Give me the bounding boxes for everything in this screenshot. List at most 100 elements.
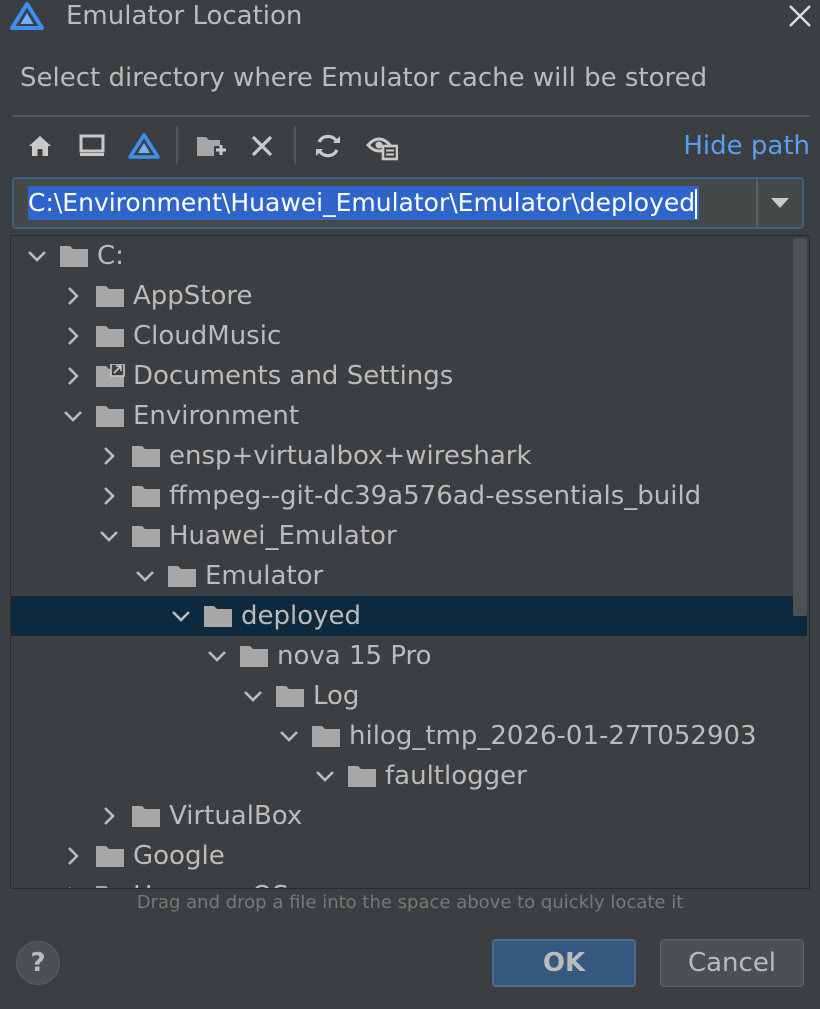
tree-node[interactable]: CloudMusic bbox=[11, 316, 807, 356]
chevron-down-icon[interactable] bbox=[241, 684, 265, 708]
chevron-down-icon[interactable] bbox=[133, 564, 157, 588]
chevron-right-icon[interactable] bbox=[97, 484, 121, 508]
tree-node-label: hilog_tmp_2026-01-27T052903 bbox=[349, 721, 757, 751]
folder-icon bbox=[96, 406, 124, 427]
tree-node[interactable]: Google bbox=[11, 836, 807, 876]
tree-node-label: ffmpeg--git-dc39a576ad-essentials_build bbox=[169, 481, 702, 511]
show-hidden-button[interactable] bbox=[364, 128, 400, 164]
chevron-right-icon[interactable] bbox=[61, 284, 85, 308]
project-icon bbox=[128, 133, 160, 159]
tree-node[interactable]: ffmpeg--git-dc39a576ad-essentials_build bbox=[11, 476, 807, 516]
tree-node-label: nova 15 Pro bbox=[277, 641, 432, 671]
tree-scrollbar-thumb[interactable] bbox=[793, 238, 807, 616]
chevron-down-icon[interactable] bbox=[25, 244, 49, 268]
tree-node-label: Huawei_Emulator bbox=[169, 521, 397, 551]
chevron-right-icon[interactable] bbox=[61, 324, 85, 348]
tree-node-label: AppStore bbox=[133, 281, 253, 311]
refresh-button[interactable] bbox=[310, 128, 346, 164]
folder-icon bbox=[312, 726, 340, 747]
folder-icon bbox=[348, 766, 376, 787]
tree-node-label: Log bbox=[313, 681, 360, 711]
project-button[interactable] bbox=[126, 128, 162, 164]
folder-icon bbox=[60, 246, 88, 267]
chevron-down-icon[interactable] bbox=[205, 644, 229, 668]
home-button[interactable] bbox=[22, 128, 58, 164]
refresh-icon bbox=[316, 134, 340, 158]
path-input[interactable]: C:\Environment\Huawei_Emulator\Emulator\… bbox=[16, 181, 758, 225]
folder-icon bbox=[132, 526, 160, 547]
tree-node[interactable]: Environment bbox=[11, 396, 807, 436]
chevron-right-icon[interactable] bbox=[61, 364, 85, 388]
dialog-description: Select directory where Emulator cache wi… bbox=[20, 63, 708, 93]
tree-node[interactable]: Log bbox=[11, 676, 807, 716]
folder-icon bbox=[96, 886, 108, 888]
tree-node-label: Emulator bbox=[205, 561, 324, 591]
chevron-down-icon[interactable] bbox=[97, 524, 121, 548]
toolbar-divider bbox=[294, 126, 296, 164]
desktop-button[interactable] bbox=[74, 128, 110, 164]
close-icon[interactable] bbox=[786, 2, 814, 30]
emulator-location-dialog: Emulator Location Select directory where… bbox=[0, 0, 820, 1009]
desktop-icon bbox=[79, 134, 105, 156]
tree-node[interactable]: faultlogger bbox=[11, 756, 807, 796]
show-hidden-icon bbox=[366, 137, 398, 161]
folder-icon bbox=[132, 446, 160, 467]
folder-icon bbox=[96, 326, 124, 347]
folder-icon bbox=[96, 846, 124, 867]
folder-icon bbox=[96, 364, 125, 387]
tree-node[interactable]: AppStore bbox=[11, 276, 807, 316]
folder-icon bbox=[168, 566, 196, 587]
chevron-down-icon[interactable] bbox=[277, 724, 301, 748]
text-caret bbox=[695, 189, 698, 219]
tree-node[interactable]: Emulator bbox=[11, 556, 807, 596]
help-button[interactable]: ? bbox=[16, 941, 60, 985]
chevron-down-icon[interactable] bbox=[169, 604, 193, 628]
chevron-down-icon bbox=[771, 198, 789, 208]
path-combo-box[interactable]: C:\Environment\Huawei_Emulator\Emulator\… bbox=[12, 177, 804, 229]
file-tree[interactable]: HarmonyOS Google VirtualBox faultlogger hilo… bbox=[10, 235, 810, 889]
chevron-right-icon[interactable] bbox=[97, 804, 121, 828]
toolbar: Hide path bbox=[12, 122, 810, 170]
tree-scrollbar[interactable] bbox=[791, 236, 809, 888]
chevron-right-icon[interactable] bbox=[61, 844, 85, 868]
tree-node[interactable]: HarmonyOS bbox=[11, 876, 807, 889]
folder-icon bbox=[132, 486, 160, 507]
tree-node[interactable]: ensp+virtualbox+wireshark bbox=[11, 436, 807, 476]
title-bar[interactable]: Emulator Location bbox=[0, 0, 820, 34]
home-icon bbox=[29, 136, 51, 156]
tree-node-label: Environment bbox=[133, 401, 300, 431]
deveco-logo-icon bbox=[10, 2, 44, 30]
tree-node[interactable]: nova 15 Pro bbox=[11, 636, 807, 676]
tree-node[interactable]: Documents and Settings bbox=[11, 356, 807, 396]
path-history-dropdown-button[interactable] bbox=[756, 179, 802, 227]
tree-node[interactable]: Huawei_Emulator bbox=[11, 516, 807, 556]
hide-path-link[interactable]: Hide path bbox=[683, 128, 810, 164]
tree-node-label: VirtualBox bbox=[169, 801, 303, 831]
tree-node-label: deployed bbox=[241, 601, 362, 631]
chevron-down-icon[interactable] bbox=[313, 764, 337, 788]
folder-icon bbox=[276, 686, 304, 707]
chevron-right-icon[interactable] bbox=[61, 884, 85, 889]
cancel-button[interactable]: Cancel bbox=[660, 939, 804, 987]
tree-node[interactable]: deployed bbox=[11, 596, 807, 636]
new-folder-icon bbox=[197, 137, 226, 156]
drag-drop-hint: Drag and drop a file into the space abov… bbox=[136, 892, 684, 913]
chevron-right-icon[interactable] bbox=[97, 444, 121, 468]
tree-node[interactable]: VirtualBox bbox=[11, 796, 807, 836]
window-title: Emulator Location bbox=[66, 1, 303, 31]
new-folder-button[interactable] bbox=[192, 128, 228, 164]
tree-node-label: Google bbox=[133, 841, 225, 871]
tree-node[interactable]: C: bbox=[11, 236, 807, 276]
tree-node-label: HarmonyOS bbox=[133, 878, 289, 888]
ok-button[interactable]: OK bbox=[492, 939, 636, 987]
tree-node[interactable]: hilog_tmp_2026-01-27T052903 bbox=[11, 716, 807, 756]
delete-icon bbox=[251, 135, 273, 157]
toolbar-divider bbox=[176, 126, 178, 164]
tree-node-label: Documents and Settings bbox=[133, 361, 454, 391]
chevron-down-icon[interactable] bbox=[61, 404, 85, 428]
delete-button[interactable] bbox=[244, 128, 280, 164]
divider bbox=[12, 115, 810, 117]
folder-icon bbox=[204, 606, 232, 627]
path-value: C:\Environment\Huawei_Emulator\Emulator\… bbox=[28, 186, 700, 220]
folder-icon bbox=[96, 286, 124, 307]
